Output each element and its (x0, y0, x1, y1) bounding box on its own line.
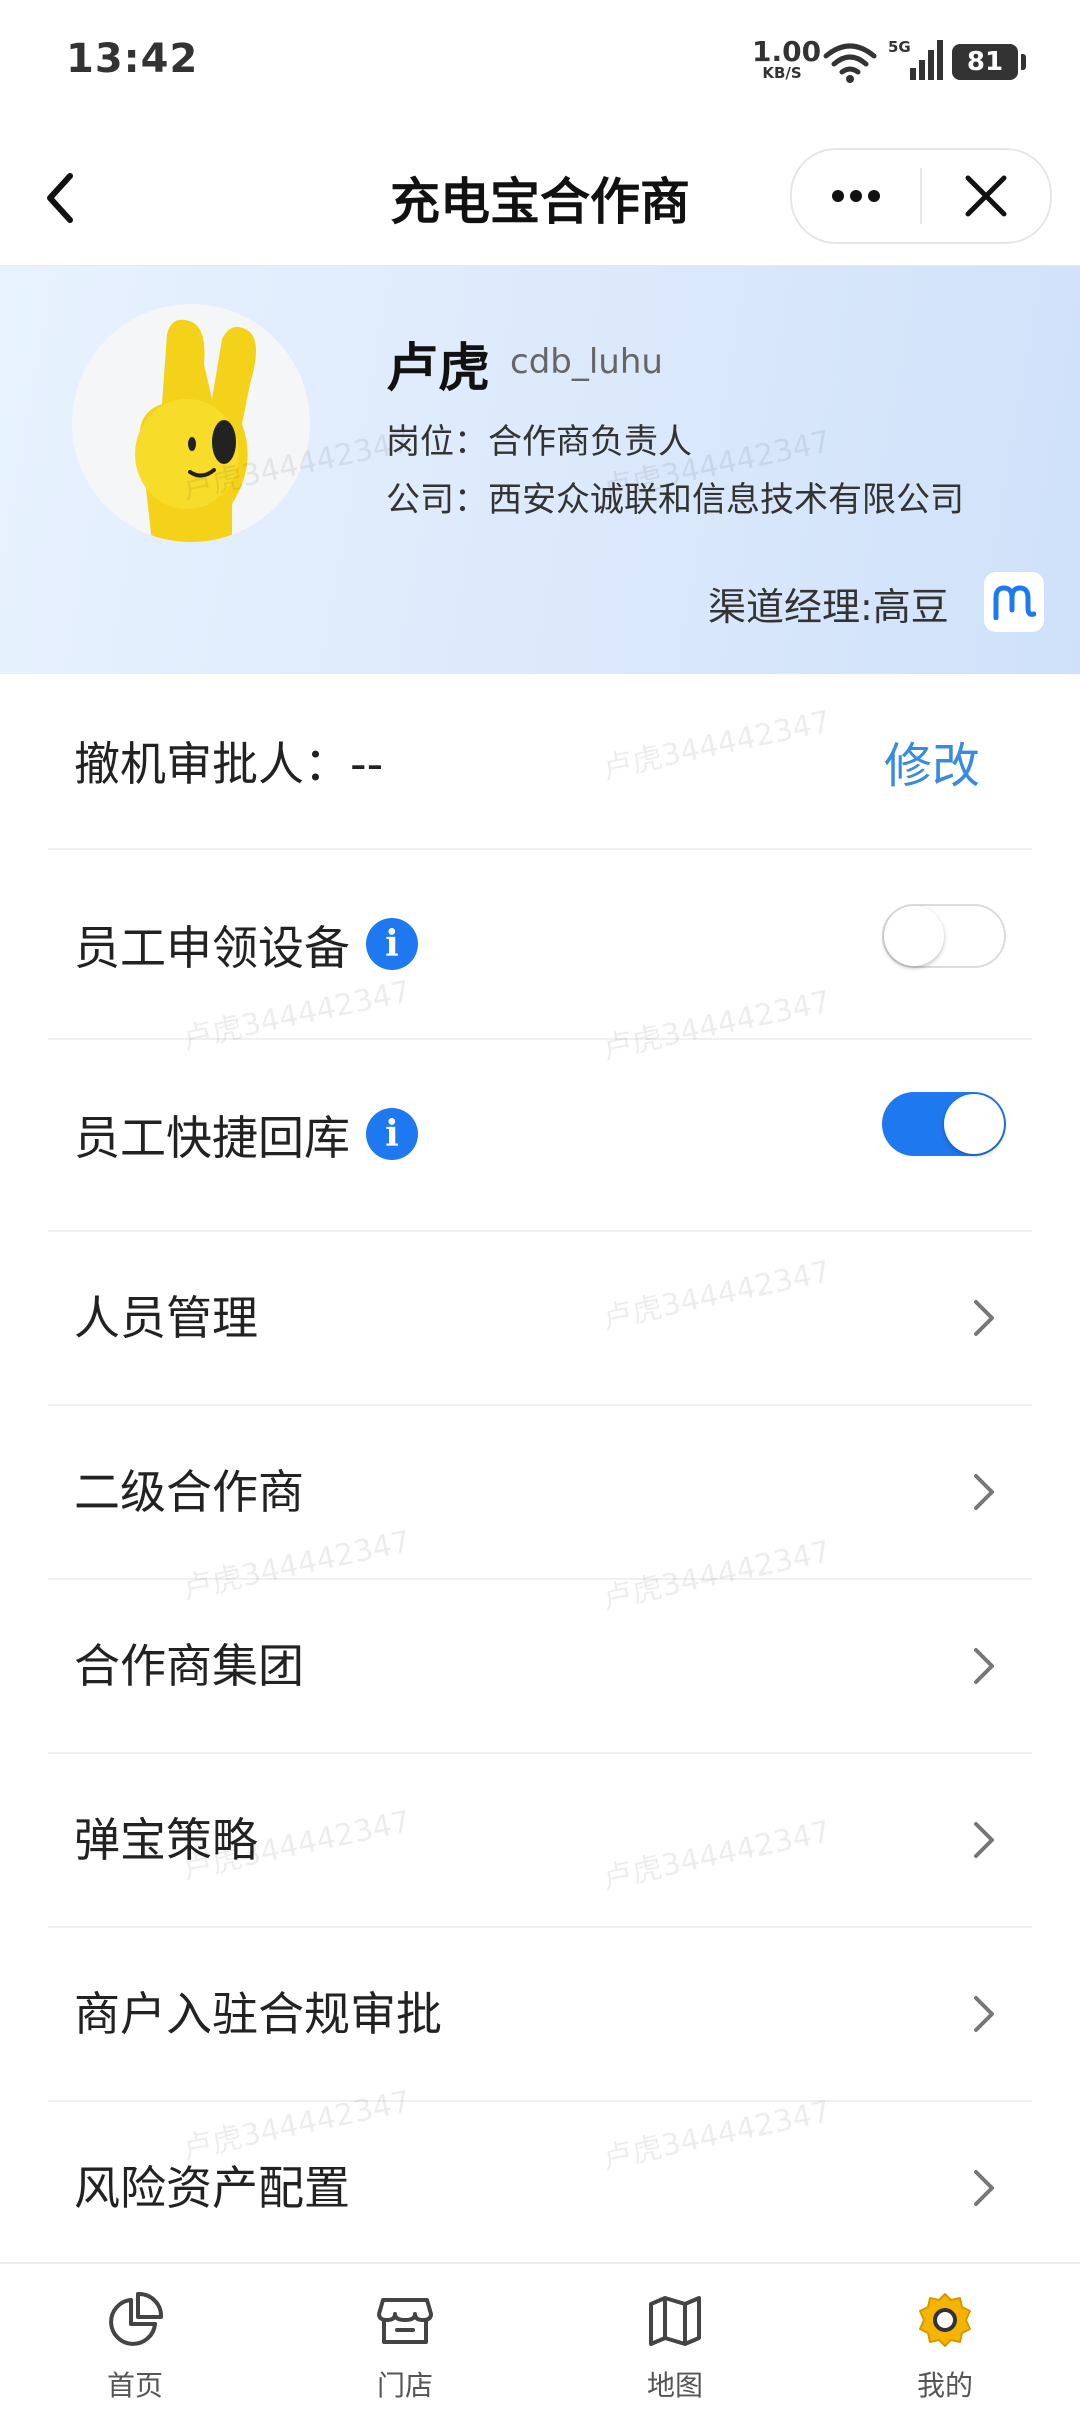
toggle-switch[interactable] (882, 904, 1006, 968)
net-speed-unit: KB/S (762, 64, 802, 82)
tab-map[interactable]: 地图 (540, 2264, 810, 2414)
list-item-risk-asset-config[interactable]: 风险资产配置 (48, 2100, 1032, 2262)
position-label: 岗位： (386, 422, 488, 462)
chat-icon[interactable] (984, 572, 1044, 632)
list-item-label: 员工申领设备 (74, 921, 350, 975)
battery-level: 81 (966, 47, 1004, 77)
list-item-partner-group[interactable]: 合作商集团 (48, 1578, 1032, 1754)
profile-header: 卢虎 cdb_luhu 岗位：合作商负责人 公司：西安众诚联和信息技术有限公司 … (0, 266, 1080, 674)
list-item-merchant-compliance[interactable]: 商户入驻合规审批 (48, 1926, 1032, 2102)
tab-bar: 首页 门店 地图 我的 (0, 2262, 1080, 2414)
toggle-knob (884, 906, 944, 966)
gear-icon (919, 2293, 971, 2347)
battery-icon: 81 (952, 44, 1026, 80)
list-item-secondary-partner[interactable]: 二级合作商 (48, 1404, 1032, 1580)
list-item-employee-quick-return: 员工快捷回库 i (48, 1038, 1032, 1232)
revoke-approver-value: -- (350, 737, 384, 791)
revoke-approver-row: 撤机审批人：-- 修改 (48, 674, 1032, 850)
user-name: 卢虎 (386, 339, 491, 399)
toggle-switch[interactable] (882, 1092, 1006, 1156)
nav-bar: 充电宝合作商 (0, 130, 1080, 266)
status-bar: 13:42 1.00 KB/S 5G 81 (0, 0, 1080, 130)
capsule-menu (790, 148, 1052, 244)
list-item-label: 二级合作商 (74, 1465, 304, 1519)
chevron-right-icon (974, 2170, 994, 2206)
close-icon (965, 175, 1007, 217)
revoke-approver-label: 撤机审批人： (74, 737, 350, 791)
net-speed: 1.00 KB/S (752, 35, 822, 82)
chevron-right-icon (974, 1474, 994, 1510)
tab-label: 地图 (646, 2369, 703, 2402)
network-type: 5G (888, 38, 911, 56)
company-value: 西安众诚联和信息技术有限公司 (488, 480, 964, 520)
position-value: 合作商负责人 (488, 422, 692, 462)
m-logo-icon (993, 585, 1036, 620)
list-item-eject-strategy[interactable]: 弹宝策略 (48, 1752, 1032, 1928)
position-row: 岗位：合作商负责人 (386, 414, 692, 463)
list-item-label: 员工快捷回库 (74, 1111, 350, 1165)
chevron-right-icon (974, 1996, 994, 2032)
channel-manager: 渠道经理:高豆 (708, 585, 949, 629)
signal-5g-icon: 5G (888, 38, 943, 80)
revoke-approver-text: 撤机审批人：-- (74, 728, 383, 794)
company-row: 公司：西安众诚联和信息技术有限公司 (386, 472, 964, 521)
pie-chart-icon (109, 2291, 164, 2346)
list-item-staff-management[interactable]: 人员管理 (48, 1230, 1032, 1406)
user-id: cdb_luhu (510, 342, 663, 382)
edit-button[interactable]: 修改 (884, 726, 980, 796)
tab-mine[interactable]: 我的 (810, 2264, 1080, 2414)
toggle-knob (944, 1094, 1004, 1154)
company-label: 公司： (386, 480, 488, 520)
more-dots-icon (832, 190, 880, 202)
tab-store[interactable]: 门店 (270, 2264, 540, 2414)
info-icon[interactable]: i (366, 1108, 418, 1160)
map-icon (649, 2296, 701, 2346)
wifi-icon (823, 43, 877, 83)
tab-label: 门店 (376, 2369, 433, 2402)
avatar[interactable] (72, 304, 310, 542)
store-icon (377, 2298, 433, 2344)
chevron-right-icon (974, 1648, 994, 1684)
list-item-label: 人员管理 (74, 1291, 258, 1345)
mascot-avatar-icon (135, 319, 256, 542)
tab-label: 首页 (106, 2369, 163, 2402)
chevron-right-icon (974, 1822, 994, 1858)
tab-home[interactable]: 首页 (0, 2264, 270, 2414)
close-button[interactable] (922, 150, 1050, 242)
status-time: 13:42 (66, 36, 199, 82)
tab-label: 我的 (916, 2369, 973, 2402)
net-speed-value: 1.00 (752, 35, 822, 68)
chevron-right-icon (974, 1300, 994, 1336)
list-item-label: 合作商集团 (74, 1639, 304, 1693)
info-icon[interactable]: i (366, 918, 418, 970)
list-item-label: 商户入驻合规审批 (74, 1987, 442, 2041)
list-item-employee-claim-device: 员工申领设备 i (48, 848, 1032, 1040)
more-button[interactable] (792, 150, 920, 242)
list-item-label: 风险资产配置 (74, 2161, 350, 2215)
list-item-label: 弹宝策略 (74, 1813, 258, 1867)
